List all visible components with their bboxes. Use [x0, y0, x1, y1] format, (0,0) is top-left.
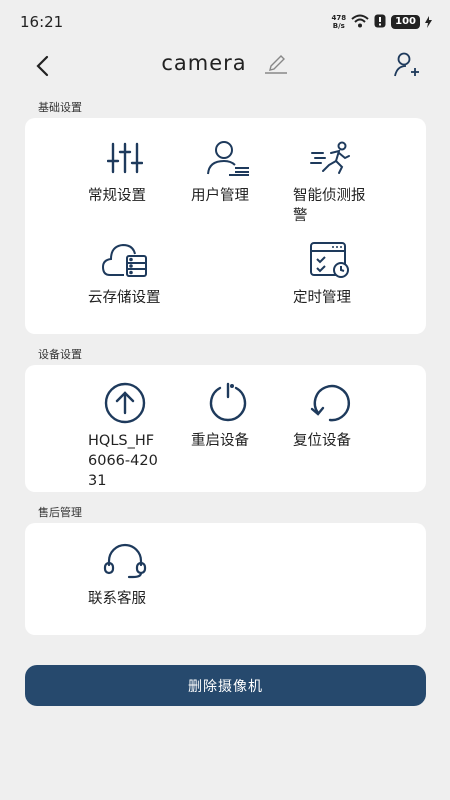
alert-icon — [374, 13, 386, 32]
tile-general-settings[interactable]: 常规设置 — [85, 136, 165, 206]
card-basic-settings: 常规设置 用户管理 智能侦测报警 云存储设置 定时管理 — [25, 118, 426, 334]
tile-reset-device[interactable]: 复位设备 — [290, 381, 370, 451]
pencil-icon — [264, 55, 287, 74]
tile-cloud-storage[interactable]: 云存储设置 — [85, 238, 165, 308]
calendar-clock-icon — [307, 238, 353, 282]
network-speed: 478 B/s — [332, 14, 347, 30]
edit-name-button[interactable] — [263, 50, 289, 76]
tile-contact-support[interactable]: 联系客服 — [85, 539, 165, 609]
user-list-icon — [205, 136, 251, 180]
tile-label: 用户管理 — [191, 188, 249, 204]
add-user-button[interactable] — [392, 50, 422, 80]
delete-camera-button[interactable]: 删除摄像机 — [25, 665, 426, 706]
charging-icon — [425, 13, 432, 32]
tile-label: 联系客服 — [88, 591, 146, 607]
status-icons: 478 B/s 100 — [332, 13, 432, 32]
tile-label: 云存储设置 — [88, 290, 161, 306]
wifi-icon — [351, 13, 369, 32]
tile-label: 复位设备 — [293, 433, 351, 449]
running-person-icon — [307, 136, 353, 180]
card-aftersale: 联系客服 — [25, 523, 426, 635]
power-icon — [205, 381, 251, 425]
network-speed-unit: B/s — [332, 22, 345, 30]
network-speed-value: 478 — [331, 14, 347, 22]
tile-reboot-device[interactable]: 重启设备 — [188, 381, 268, 451]
tile-user-management[interactable]: 用户管理 — [188, 136, 268, 206]
tile-label: 智能侦测报警 — [293, 188, 366, 224]
page-title: camera — [161, 51, 247, 75]
title-area: camera — [0, 50, 450, 76]
upload-circle-icon — [102, 381, 148, 425]
tile-motion-alarm[interactable]: 智能侦测报警 — [290, 136, 370, 226]
headset-icon — [102, 539, 148, 583]
tile-firmware-upgrade[interactable]: HQLS_HF6066-42031 — [85, 381, 165, 491]
section-label-aftersale: 售后管理 — [38, 506, 82, 519]
tile-label: 重启设备 — [191, 433, 249, 449]
tile-label: 定时管理 — [293, 290, 351, 306]
section-label-device: 设备设置 — [38, 348, 82, 361]
cloud-storage-icon — [102, 238, 148, 282]
section-label-basic: 基础设置 — [38, 101, 82, 114]
status-time: 16:21 — [20, 13, 64, 31]
tile-label: HQLS_HF6066-42031 — [88, 433, 158, 489]
add-user-icon — [394, 52, 419, 77]
card-device-settings: HQLS_HF6066-42031 重启设备 复位设备 — [25, 365, 426, 492]
sliders-icon — [102, 136, 148, 180]
tile-label: 常规设置 — [88, 188, 146, 204]
tile-schedule-management[interactable]: 定时管理 — [290, 238, 370, 308]
reset-icon — [307, 381, 353, 425]
battery-indicator: 100 — [391, 15, 420, 29]
status-bar: 16:21 478 B/s 100 — [0, 0, 450, 44]
header: camera — [0, 44, 450, 88]
